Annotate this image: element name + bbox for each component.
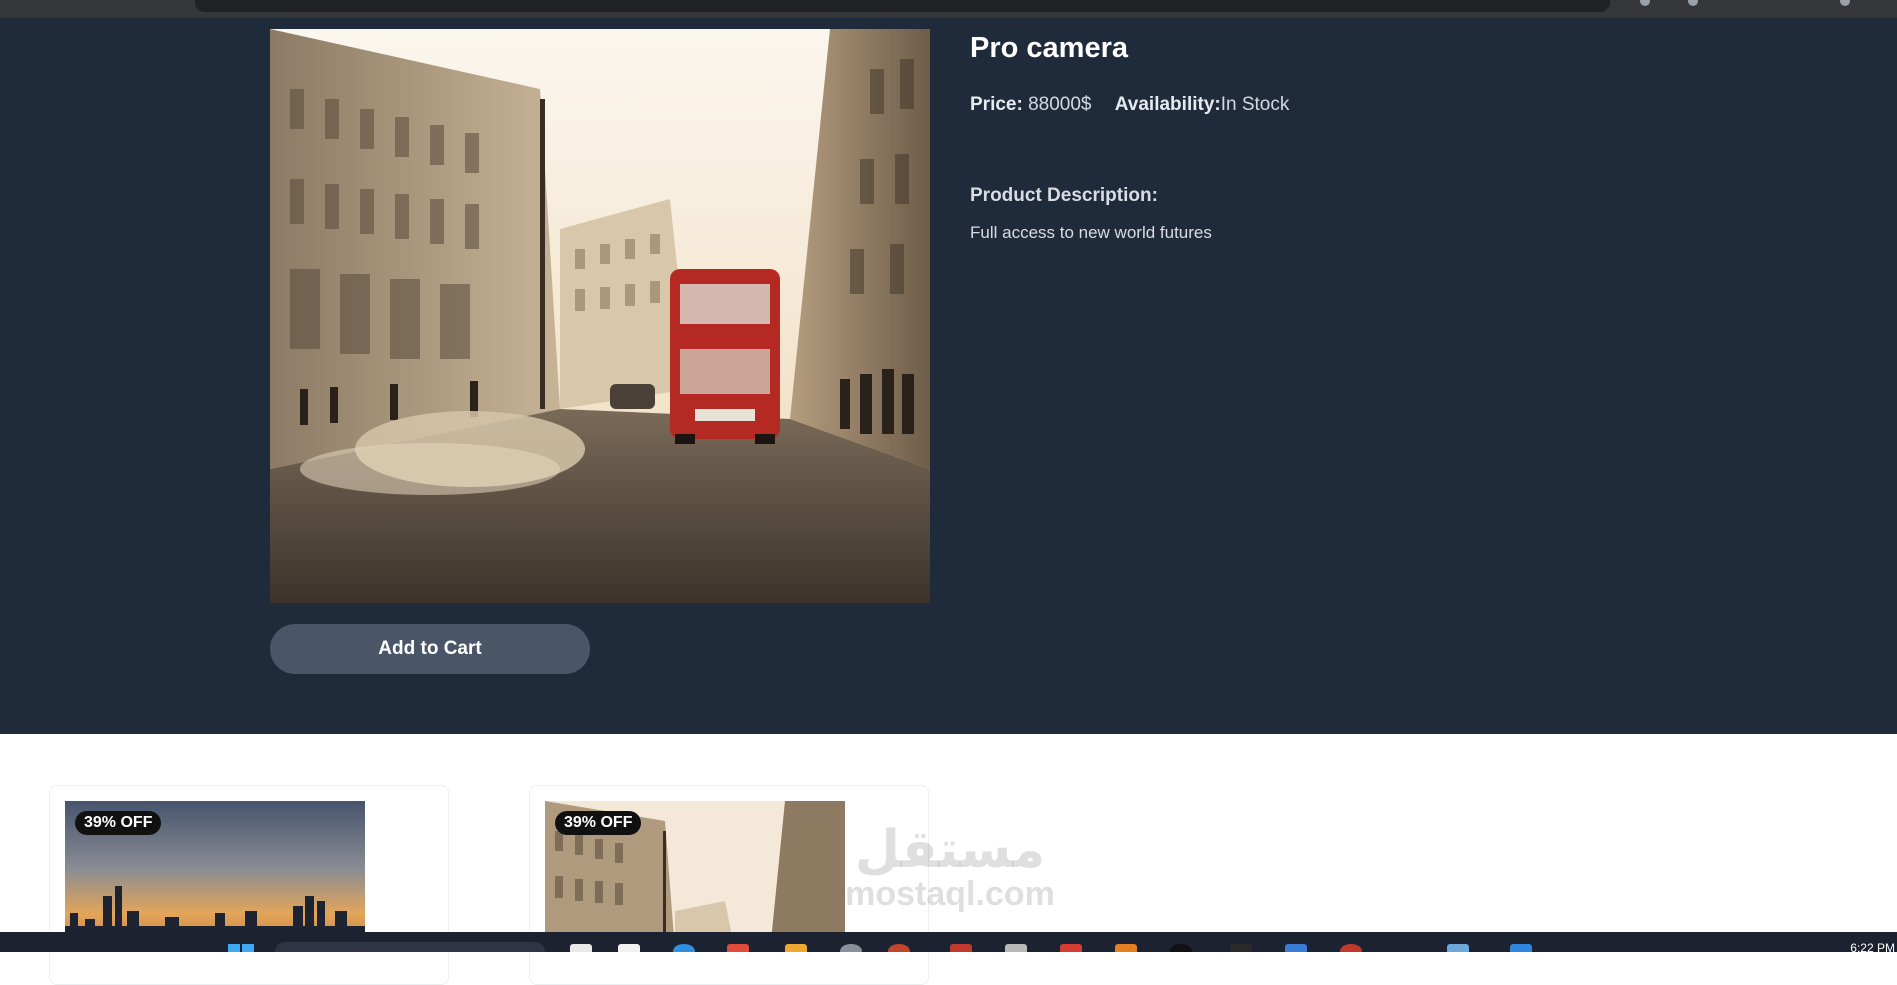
product-card-image[interactable]: 39% OFF [545, 801, 845, 951]
address-bar[interactable] [195, 0, 1610, 12]
description-heading: Product Description: [970, 185, 1158, 206]
profile-icon[interactable] [1688, 0, 1698, 6]
extension-icon[interactable] [1640, 0, 1650, 6]
product-image [270, 29, 930, 603]
taskbar-app-icon[interactable] [950, 944, 972, 952]
description-text: Full access to new world futures [970, 223, 1212, 242]
taskbar-clock[interactable]: 6:22 PM [1850, 941, 1895, 952]
taskbar-app-icon[interactable] [1005, 944, 1027, 952]
taskbar-app-icon[interactable] [1340, 944, 1362, 952]
browser-toolbar [0, 0, 1897, 18]
price-value: 88000$ [1028, 94, 1092, 115]
taskbar-app-icon[interactable] [1115, 944, 1137, 952]
windows-start-icon[interactable] [228, 944, 254, 952]
vscode-icon[interactable] [1510, 944, 1532, 952]
folder-icon[interactable] [785, 944, 807, 952]
menu-icon[interactable] [1840, 0, 1850, 6]
price-label: Price: [970, 94, 1023, 115]
add-to-cart-button[interactable]: Add to Cart [270, 624, 590, 674]
windows-taskbar: 6:22 PM [0, 932, 1897, 952]
discount-badge: 39% OFF [555, 811, 642, 835]
taskbar-app-icon[interactable] [618, 944, 640, 952]
product-title: Pro camera [970, 32, 1128, 64]
product-card-image[interactable]: 39% OFF [65, 801, 365, 951]
product-detail-section: Add to Cart Pro camera Price: 88000$ Ava… [0, 18, 1897, 734]
discount-badge: 39% OFF [75, 811, 162, 835]
price-availability-row: Price: 88000$ Availability:In Stock [970, 94, 1289, 116]
availability-value: In Stock [1220, 94, 1290, 115]
taskbar-app-icon[interactable] [1285, 944, 1307, 952]
related-product-card[interactable]: 39% OFF [529, 785, 929, 985]
availability-label: Availability: [1114, 94, 1221, 115]
taskbar-app-icon[interactable] [1170, 944, 1192, 952]
taskbar-app-icon[interactable] [1060, 944, 1082, 952]
taskbar-app-icon[interactable] [1447, 944, 1469, 952]
taskbar-search-box[interactable] [275, 942, 545, 952]
taskbar-app-icon[interactable] [1230, 944, 1252, 952]
chrome-icon[interactable] [888, 944, 910, 952]
taskbar-app-icon[interactable] [727, 944, 749, 952]
edge-icon[interactable] [673, 944, 695, 952]
file-explorer-icon[interactable] [570, 944, 592, 952]
related-product-card[interactable]: 39% OFF [49, 785, 449, 985]
london-street-image [270, 29, 930, 603]
github-icon[interactable] [840, 944, 862, 952]
